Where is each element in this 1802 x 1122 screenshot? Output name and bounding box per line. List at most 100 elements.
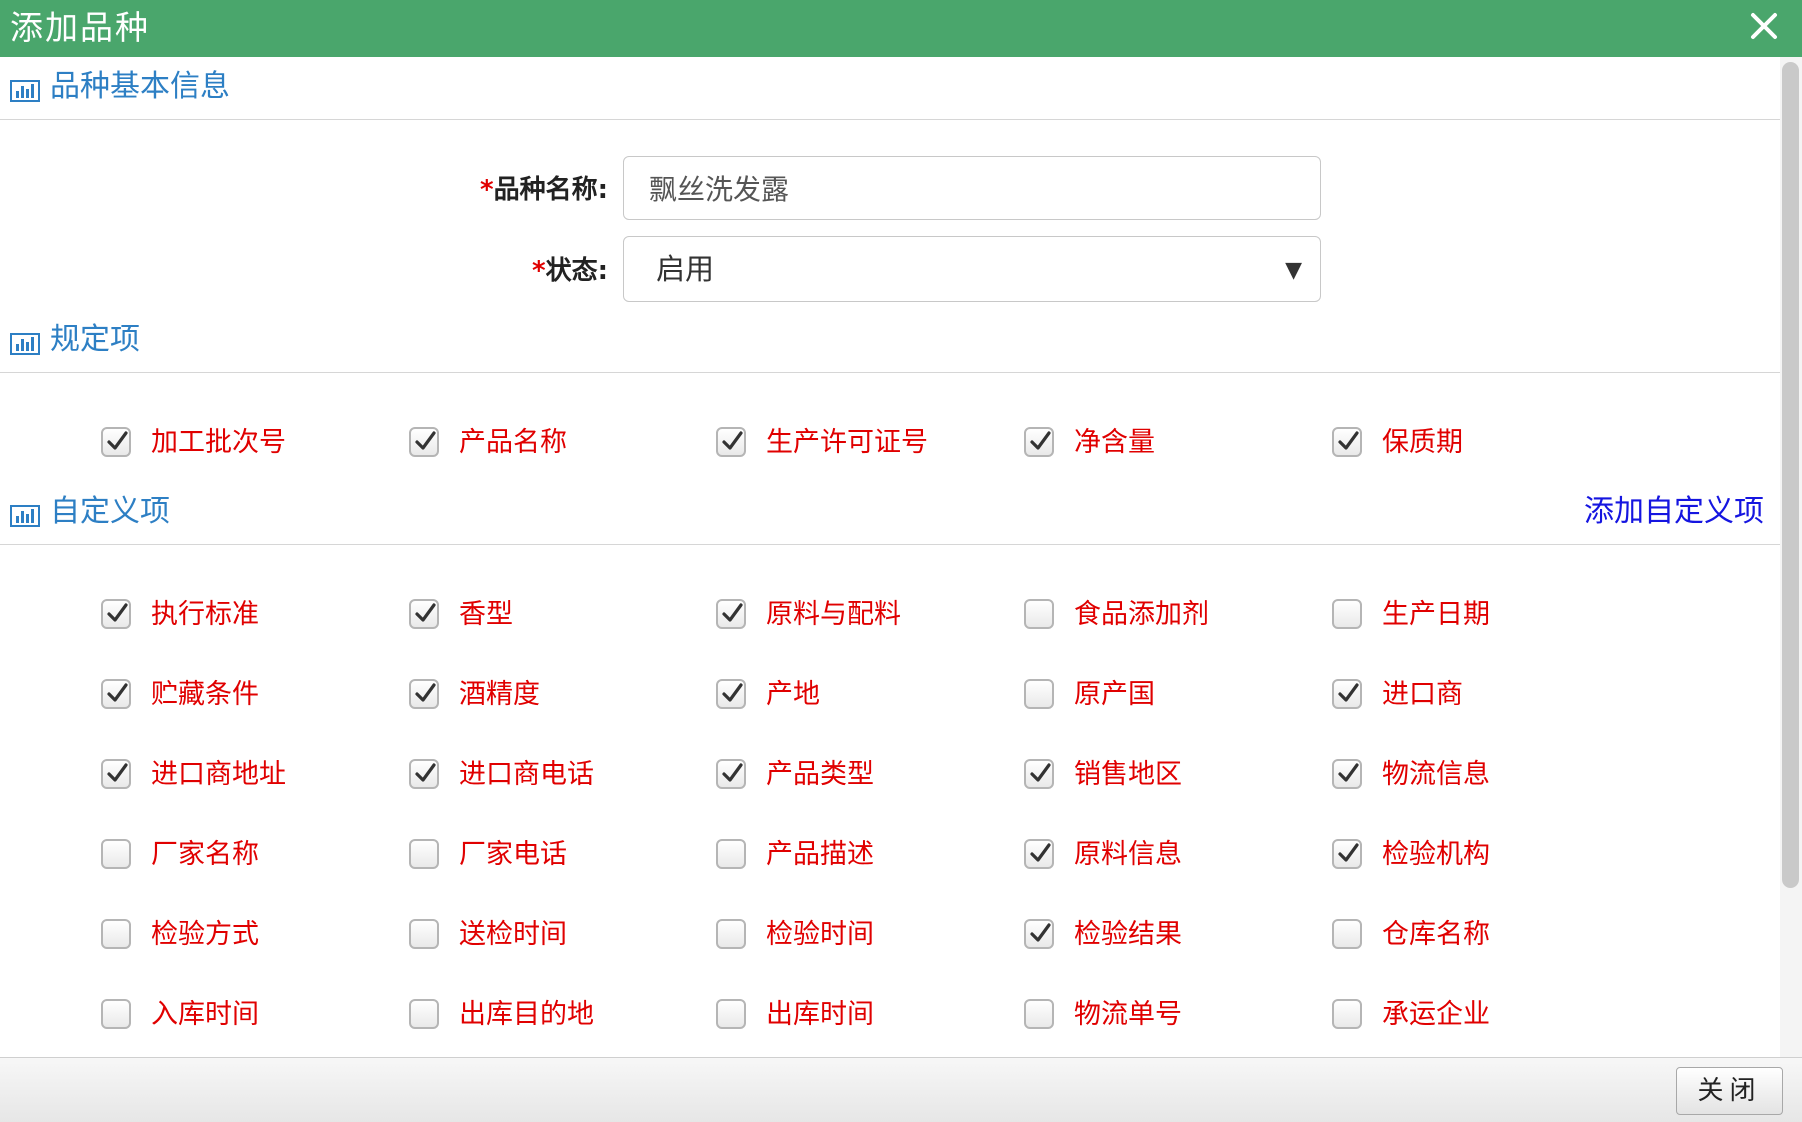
checkbox-checked[interactable] [1332, 679, 1362, 709]
checkbox-unchecked[interactable] [101, 919, 131, 949]
checkbox-unchecked[interactable] [716, 919, 746, 949]
checkmark-icon [722, 683, 743, 702]
checkbox-unchecked[interactable] [1332, 599, 1362, 629]
checkbox-label: 香型 [459, 599, 513, 630]
checkbox-label: 执行标准 [151, 599, 259, 630]
checkbox-checked[interactable] [1024, 427, 1054, 457]
checkbox-label: 出库目的地 [459, 999, 594, 1030]
checkbox-unchecked[interactable] [1332, 919, 1362, 949]
checkbox-label: 产地 [766, 679, 820, 710]
checkbox-checked[interactable] [409, 759, 439, 789]
checkbox-checked[interactable] [716, 599, 746, 629]
checkmark-icon [415, 603, 436, 622]
checkbox-unchecked[interactable] [409, 999, 439, 1029]
checkbox-checked[interactable] [1024, 919, 1054, 949]
checkbox-label: 保质期 [1382, 427, 1463, 458]
checkbox-label: 送检时间 [459, 919, 567, 950]
checkbox-unchecked[interactable] [101, 839, 131, 869]
checkbox-label: 出库时间 [766, 999, 874, 1030]
checkbox-checked[interactable] [1332, 839, 1362, 869]
checkmark-icon [107, 683, 128, 702]
status-select[interactable]: 启用 ▼ [623, 236, 1321, 302]
checkbox-unchecked[interactable] [409, 839, 439, 869]
bar-chart-icon [10, 333, 40, 355]
checkmark-icon [107, 763, 128, 782]
checkmark-icon [1030, 431, 1051, 450]
section-required-items: 规定项 [0, 310, 1780, 373]
checkbox-unchecked[interactable] [1024, 999, 1054, 1029]
checkbox-checked[interactable] [101, 599, 131, 629]
checkbox-label: 产品名称 [459, 427, 567, 458]
checkbox-unchecked[interactable] [716, 839, 746, 869]
variety-name-input[interactable] [623, 156, 1321, 220]
checkbox-label: 净含量 [1074, 427, 1155, 458]
checkbox-unchecked[interactable] [1024, 679, 1054, 709]
section-title-basic: 品种基本信息 [50, 69, 230, 104]
checkbox-unchecked[interactable] [101, 999, 131, 1029]
checkbox-label: 入库时间 [151, 999, 259, 1030]
checkbox-label: 贮藏条件 [151, 679, 259, 710]
add-variety-dialog: 添加品种 品种基本信息 *品种名称: *状态: 启用 ▼ [0, 0, 1802, 1122]
variety-name-label-text: 品种名称: [493, 175, 608, 205]
bar-chart-icon [10, 80, 40, 102]
checkbox-label: 检验方式 [151, 919, 259, 950]
checkmark-icon [415, 683, 436, 702]
checkbox-unchecked[interactable] [409, 919, 439, 949]
checkbox-label: 进口商电话 [459, 759, 594, 790]
checkmark-icon [1338, 843, 1359, 862]
checkbox-label: 承运企业 [1382, 999, 1490, 1030]
checkbox-label: 原料与配料 [766, 599, 901, 630]
checkbox-checked[interactable] [101, 679, 131, 709]
required-mark: * [479, 175, 494, 205]
checkbox-unchecked[interactable] [716, 999, 746, 1029]
checkbox-checked[interactable] [409, 427, 439, 457]
checkbox-label: 产品类型 [766, 759, 874, 790]
checkmark-icon [1338, 431, 1359, 450]
section-title-required: 规定项 [50, 322, 140, 357]
checkbox-label: 进口商 [1382, 679, 1463, 710]
dialog-titlebar: 添加品种 [0, 0, 1802, 57]
checkbox-checked[interactable] [1332, 759, 1362, 789]
checkmark-icon [1030, 843, 1051, 862]
checkbox-unchecked[interactable] [1024, 599, 1054, 629]
dialog-body: 品种基本信息 *品种名称: *状态: 启用 ▼ 规定项 加工批次号产品名称生产许… [0, 57, 1780, 1057]
dialog-title: 添加品种 [10, 8, 150, 47]
checkbox-checked[interactable] [409, 679, 439, 709]
checkmark-icon [1030, 923, 1051, 942]
status-label: *状态: [308, 251, 608, 291]
checkmark-icon [107, 603, 128, 622]
checkbox-label: 厂家名称 [151, 839, 259, 870]
checkmark-icon [107, 431, 128, 450]
checkbox-label: 仓库名称 [1382, 919, 1490, 950]
add-custom-item-link[interactable]: 添加自定义项 [1584, 492, 1764, 532]
variety-name-label: *品种名称: [308, 170, 608, 210]
checkbox-label: 酒精度 [459, 679, 540, 710]
close-icon[interactable] [1744, 6, 1784, 46]
checkbox-checked[interactable] [1024, 839, 1054, 869]
checkbox-label: 销售地区 [1074, 759, 1182, 790]
scrollbar-thumb[interactable] [1782, 62, 1799, 888]
checkbox-checked[interactable] [409, 599, 439, 629]
checkmark-icon [415, 431, 436, 450]
section-title-custom: 自定义项 [50, 494, 170, 529]
dialog-footer: 关闭 [0, 1057, 1802, 1122]
checkmark-icon [722, 603, 743, 622]
close-button[interactable]: 关闭 [1676, 1067, 1783, 1115]
checkmark-icon [1030, 763, 1051, 782]
checkbox-label: 物流信息 [1382, 759, 1490, 790]
status-select-value: 启用 [656, 252, 715, 286]
status-label-text: 状态: [545, 256, 608, 286]
checkbox-checked[interactable] [716, 679, 746, 709]
checkbox-checked[interactable] [1332, 427, 1362, 457]
checkbox-checked[interactable] [1024, 759, 1054, 789]
checkbox-checked[interactable] [716, 427, 746, 457]
checkbox-label: 加工批次号 [151, 427, 286, 458]
checkbox-label: 原料信息 [1074, 839, 1182, 870]
checkbox-label: 进口商地址 [151, 759, 286, 790]
checkbox-checked[interactable] [101, 427, 131, 457]
checkbox-unchecked[interactable] [1332, 999, 1362, 1029]
checkbox-checked[interactable] [716, 759, 746, 789]
section-custom-items: 自定义项 添加自定义项 [0, 482, 1780, 545]
checkbox-checked[interactable] [101, 759, 131, 789]
checkbox-label: 厂家电话 [459, 839, 567, 870]
